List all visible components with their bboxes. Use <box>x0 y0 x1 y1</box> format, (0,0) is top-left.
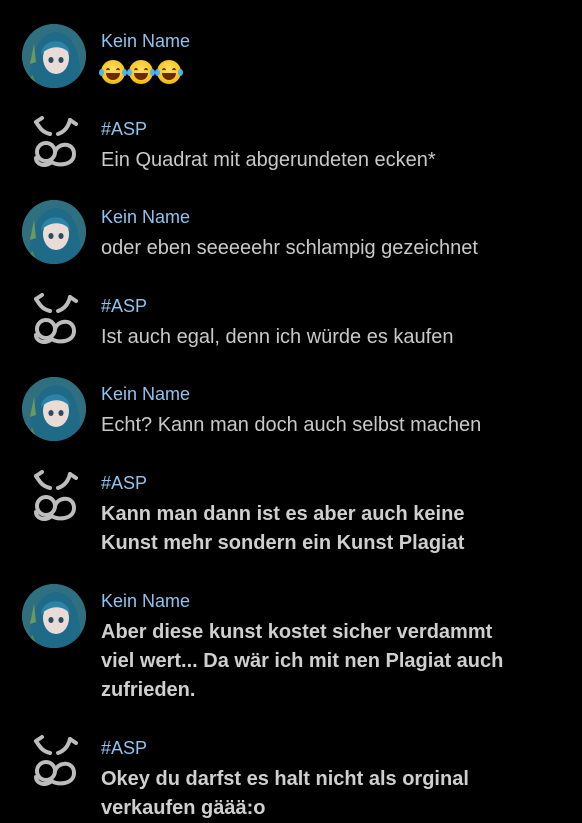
avatar[interactable] <box>22 731 86 795</box>
message-text: Ist auch egal, denn ich würde es kaufen <box>101 326 454 348</box>
message-text-line: zufrieden. <box>101 679 196 701</box>
message-text: Ein Quadrat mit abgerundeten ecken* <box>101 149 436 171</box>
chat-message: #ASP Kann man dann ist es aber auch kein… <box>0 466 582 566</box>
sender-name[interactable]: #ASP <box>101 118 147 140</box>
avatar[interactable] <box>22 24 86 88</box>
avatar[interactable] <box>22 377 86 441</box>
asp-logo-icon <box>34 116 78 167</box>
chat-message: Kein Name <box>0 24 582 94</box>
avatar[interactable] <box>22 112 86 176</box>
message-text: oder eben seeeeehr schlampig gezeichnet <box>101 237 478 259</box>
chat-message: #ASP Okey du darfst es halt nicht als or… <box>0 731 582 823</box>
sender-name[interactable]: Kein Name <box>101 30 190 52</box>
anime-girl-avatar-icon <box>22 24 86 88</box>
message-text-line: Okey du darfst es halt nicht als orginal <box>101 768 469 790</box>
sender-name[interactable]: Kein Name <box>101 383 190 405</box>
message-text-line: Kunst mehr sondern ein Kunst Plagiat <box>101 532 465 554</box>
anime-girl-avatar-icon <box>22 584 86 648</box>
message-text: Echt? Kann man doch auch selbst machen <box>101 414 482 436</box>
anime-girl-avatar-icon <box>22 377 86 441</box>
message-text-line: viel wert... Da wär ich mit nen Plagiat … <box>101 650 504 672</box>
asp-logo-icon <box>34 735 78 786</box>
sender-name[interactable]: #ASP <box>101 737 147 759</box>
avatar[interactable] <box>22 466 86 530</box>
message-text-line: Aber diese kunst kostet sicher verdammt <box>101 621 493 643</box>
avatar[interactable] <box>22 289 86 353</box>
chat-message: #ASP Ein Quadrat mit abgerundeten ecken* <box>0 112 582 182</box>
avatar[interactable] <box>22 200 86 264</box>
message-text-line: verkaufen gäää:o <box>101 797 266 819</box>
sender-name[interactable]: Kein Name <box>101 590 190 612</box>
message-text-line: Kann man dann ist es aber auch keine <box>101 503 465 525</box>
face-with-tears-of-joy-icon <box>155 60 183 84</box>
avatar[interactable] <box>22 584 86 648</box>
face-with-tears-of-joy-icon <box>99 60 127 84</box>
chat-message: #ASP Ist auch egal, denn ich würde es ka… <box>0 289 582 359</box>
chat-message: Kein Name Aber diese kunst kostet sicher… <box>0 584 582 714</box>
chat-message: Kein Name Echt? Kann man doch auch selbs… <box>0 377 582 447</box>
chat-message: Kein Name oder eben seeeeehr schlampig g… <box>0 200 582 270</box>
face-with-tears-of-joy-icon <box>127 60 155 84</box>
asp-logo-icon <box>34 293 78 344</box>
sender-name[interactable]: #ASP <box>101 472 147 494</box>
emoji-row <box>99 60 183 84</box>
sender-name[interactable]: #ASP <box>101 295 147 317</box>
asp-logo-icon <box>34 470 78 521</box>
sender-name[interactable]: Kein Name <box>101 206 190 228</box>
anime-girl-avatar-icon <box>22 200 86 264</box>
